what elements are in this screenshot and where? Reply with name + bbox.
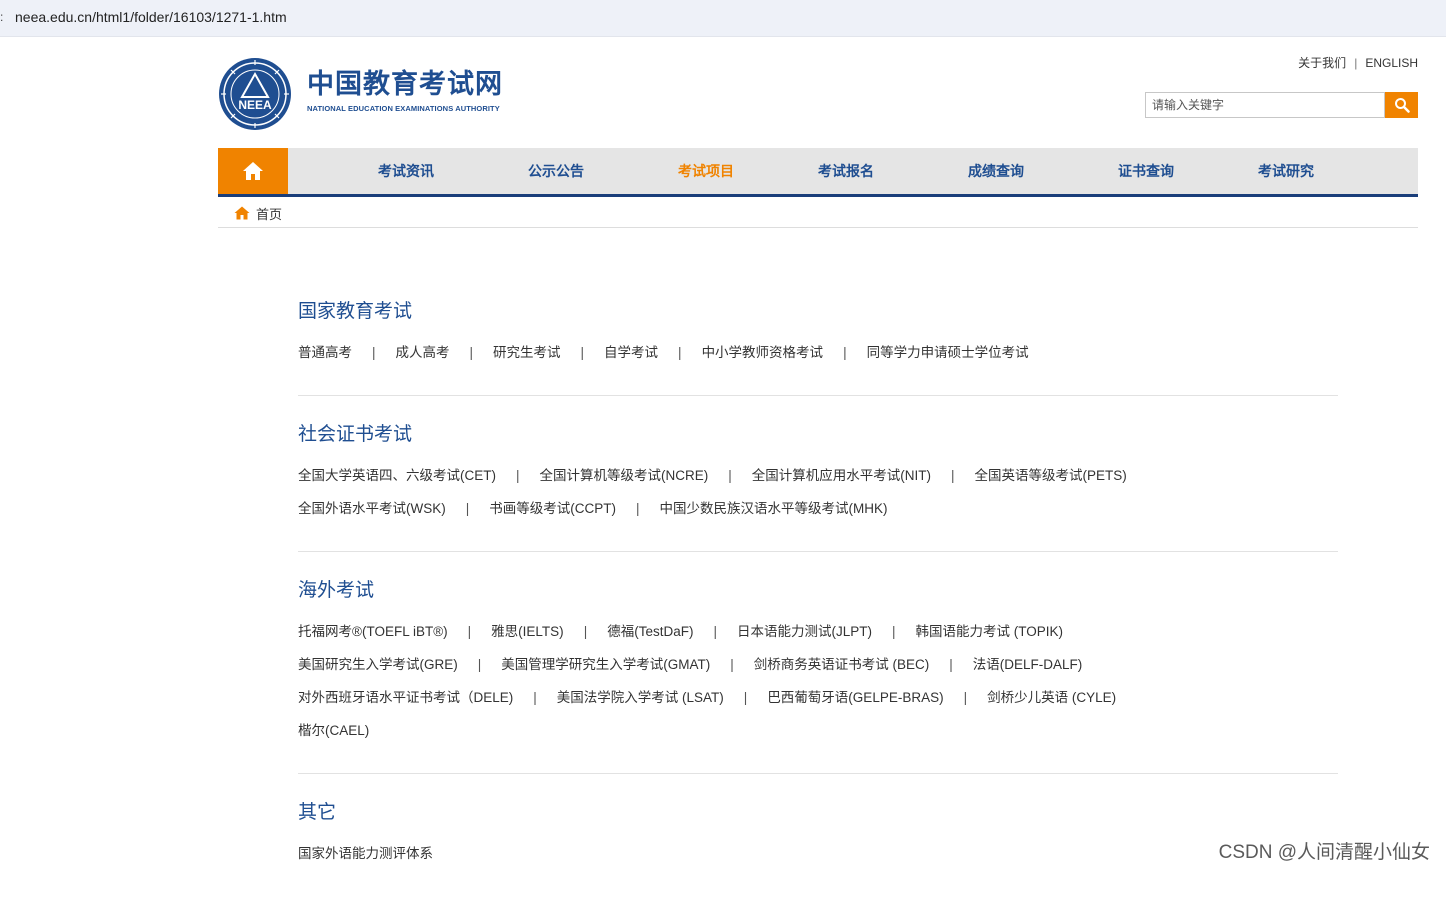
exam-link[interactable]: 法语(DELF-DALF)	[973, 657, 1083, 672]
neea-emblem-logo[interactable]: NEEA	[218, 57, 292, 136]
exam-link[interactable]: 全国计算机等级考试(NCRE)	[540, 468, 709, 483]
link-separator: |	[583, 624, 588, 639]
exam-link[interactable]: 全国计算机应用水平考试(NIT)	[752, 468, 931, 483]
exam-link[interactable]: 剑桥少儿英语 (CYLE)	[987, 690, 1116, 705]
nav-item-certificate-query[interactable]: 证书查询	[1118, 148, 1174, 194]
link-separator: |	[713, 624, 717, 639]
exam-section: 海外考试托福网考®(TOEFL iBT®) | 雅思(IELTS) | 德福(TestD…	[298, 577, 1338, 774]
exam-section: 其它国家外语能力测评体系	[298, 799, 1338, 896]
exam-link[interactable]: 巴西葡萄牙语(GELPE-BRAS)	[767, 690, 943, 705]
browser-address-bar[interactable]: : neea.edu.cn/html1/folder/16103/1271-1.…	[0, 0, 1446, 37]
exam-link[interactable]: 自学考试	[604, 345, 658, 360]
exam-link[interactable]: 全国外语水平考试(WSK)	[298, 501, 446, 516]
site-title-cn: 中国教育考试网	[307, 69, 503, 100]
nav-item-announcements[interactable]: 公示公告	[528, 148, 584, 194]
link-separator: |	[678, 345, 682, 360]
link-separator: |	[951, 468, 955, 483]
site-title-en: NATIONAL EDUCATION EXAMINATIONS AUTHORIT…	[307, 104, 500, 113]
home-icon	[234, 206, 250, 220]
link-separator: |	[949, 657, 953, 672]
section-title: 国家教育考试	[298, 301, 413, 322]
link-separator: |	[743, 690, 748, 705]
nav-item-exam-research[interactable]: 考试研究	[1258, 148, 1314, 194]
exam-link-row: 全国大学英语四、六级考试(CET) | 全国计算机等级考试(NCRE) | 全国计算机应…	[298, 459, 1338, 492]
exam-section: 社会证书考试全国大学英语四、六级考试(CET) | 全国计算机等级考试(NCRE) |…	[298, 421, 1338, 552]
nav-item-score-query[interactable]: 成绩查询	[968, 148, 1024, 194]
top-links: 关于我们 | ENGLISH	[1298, 54, 1418, 71]
link-separator: |	[533, 690, 537, 705]
exam-link[interactable]: 德福(TestDaF)	[607, 624, 693, 639]
link-separator: |	[467, 624, 472, 639]
link-separator: |	[963, 690, 968, 705]
exam-categories: 国家教育考试普通高考 | 成人高考 | 研究生考试 | 自学考试 | 中小学教师资格考试 | 同等学…	[298, 298, 1338, 921]
exam-link[interactable]: 中国少数民族汉语水平等级考试(MHK)	[660, 501, 888, 516]
site-logo-text[interactable]: 中国教育考试网 NATIONAL EDUCATION EXAMINATIONS …	[307, 69, 503, 114]
home-icon	[243, 162, 263, 180]
exam-link[interactable]: 研究生考试	[493, 345, 561, 360]
english-link[interactable]: ENGLISH	[1365, 56, 1418, 70]
exam-link[interactable]: 雅思(IELTS)	[491, 624, 564, 639]
link-separator: |	[580, 345, 585, 360]
exam-link-row: 全国外语水平考试(WSK) | 书画等级考试(CCPT) | 中国少数民族汉语水平等级考…	[298, 492, 1338, 525]
link-separator: |	[516, 468, 520, 483]
exam-link[interactable]: 对外西班牙语水平证书考试（DELE)	[298, 690, 513, 705]
exam-link[interactable]: 剑桥商务英语证书考试 (BEC)	[754, 657, 930, 672]
link-separator: |	[372, 345, 376, 360]
main-nav: 考试资讯 公示公告 考试项目 考试报名 成绩查询 证书查询 考试研究	[218, 148, 1418, 197]
nav-item-exam-projects[interactable]: 考试项目	[678, 148, 734, 194]
search-button[interactable]	[1385, 92, 1418, 118]
exam-link-row: 国家外语能力测评体系	[298, 837, 1338, 870]
link-separator: |	[728, 468, 732, 483]
section-title: 海外考试	[298, 580, 375, 601]
link-separator: |	[465, 501, 470, 516]
section-title: 其它	[298, 802, 337, 823]
exam-link-row: 普通高考 | 成人高考 | 研究生考试 | 自学考试 | 中小学教师资格考试 | 同等学力申请硕士学…	[298, 336, 1338, 369]
exam-link[interactable]: 美国法学院入学考试 (LSAT)	[557, 690, 724, 705]
link-separator: |	[891, 624, 896, 639]
search-box	[1145, 92, 1388, 118]
emblem-letters: NEEA	[238, 98, 272, 112]
exam-link[interactable]: 书画等级考试(CCPT)	[489, 501, 616, 516]
search-input[interactable]	[1146, 93, 1388, 117]
exam-link[interactable]: 国家外语能力测评体系	[298, 846, 433, 861]
link-separator: |	[469, 345, 474, 360]
breadcrumb: 首页	[218, 197, 1418, 228]
exam-link-row: 对外西班牙语水平证书考试（DELE) | 美国法学院入学考试 (LSAT) | 巴西葡萄…	[298, 681, 1338, 714]
watermark: CSDN @人间清醒小仙女	[1218, 842, 1430, 863]
about-us-link[interactable]: 关于我们	[1298, 56, 1346, 70]
top-links-separator: |	[1354, 56, 1358, 70]
address-bar-edge-glyph: :	[0, 10, 4, 24]
exam-link[interactable]: 美国研究生入学考试(GRE)	[298, 657, 458, 672]
nav-home-button[interactable]	[218, 148, 288, 194]
exam-link-row: 美国研究生入学考试(GRE) | 美国管理学研究生入学考试(GMAT) | 剑桥商务英语…	[298, 648, 1338, 681]
exam-link[interactable]: 韩国语能力考试 (TOPIK)	[916, 624, 1064, 639]
exam-link[interactable]: 美国管理学研究生入学考试(GMAT)	[501, 657, 710, 672]
exam-link[interactable]: 成人高考	[396, 345, 450, 360]
exam-link[interactable]: 楷尔(CAEL)	[298, 723, 369, 738]
exam-link[interactable]: 全国大学英语四、六级考试(CET)	[298, 468, 496, 483]
link-separator: |	[730, 657, 734, 672]
nav-item-exam-registration[interactable]: 考试报名	[818, 148, 874, 194]
exam-link[interactable]: 同等学力申请硕士学位考试	[867, 345, 1029, 360]
address-url[interactable]: neea.edu.cn/html1/folder/16103/1271-1.ht…	[15, 9, 287, 25]
search-icon	[1394, 98, 1410, 113]
exam-link-row: 托福网考®(TOEFL iBT®) | 雅思(IELTS) | 德福(TestDaF) |…	[298, 615, 1338, 648]
breadcrumb-home-link[interactable]: 首页	[256, 204, 282, 223]
exam-section: 国家教育考试普通高考 | 成人高考 | 研究生考试 | 自学考试 | 中小学教师资格考试 | 同等学…	[298, 298, 1338, 396]
nav-item-exam-news[interactable]: 考试资讯	[378, 148, 434, 194]
exam-link[interactable]: 普通高考	[298, 345, 352, 360]
section-title: 社会证书考试	[298, 424, 413, 445]
link-separator: |	[843, 345, 847, 360]
exam-link[interactable]: 中小学教师资格考试	[702, 345, 824, 360]
link-separator: |	[477, 657, 482, 672]
exam-link[interactable]: 托福网考®(TOEFL iBT®)	[298, 624, 448, 639]
exam-link[interactable]: 日本语能力测试(JLPT)	[737, 624, 872, 639]
exam-link[interactable]: 全国英语等级考试(PETS)	[975, 468, 1127, 483]
exam-link-row: 楷尔(CAEL)	[298, 714, 1338, 747]
link-separator: |	[636, 501, 640, 516]
